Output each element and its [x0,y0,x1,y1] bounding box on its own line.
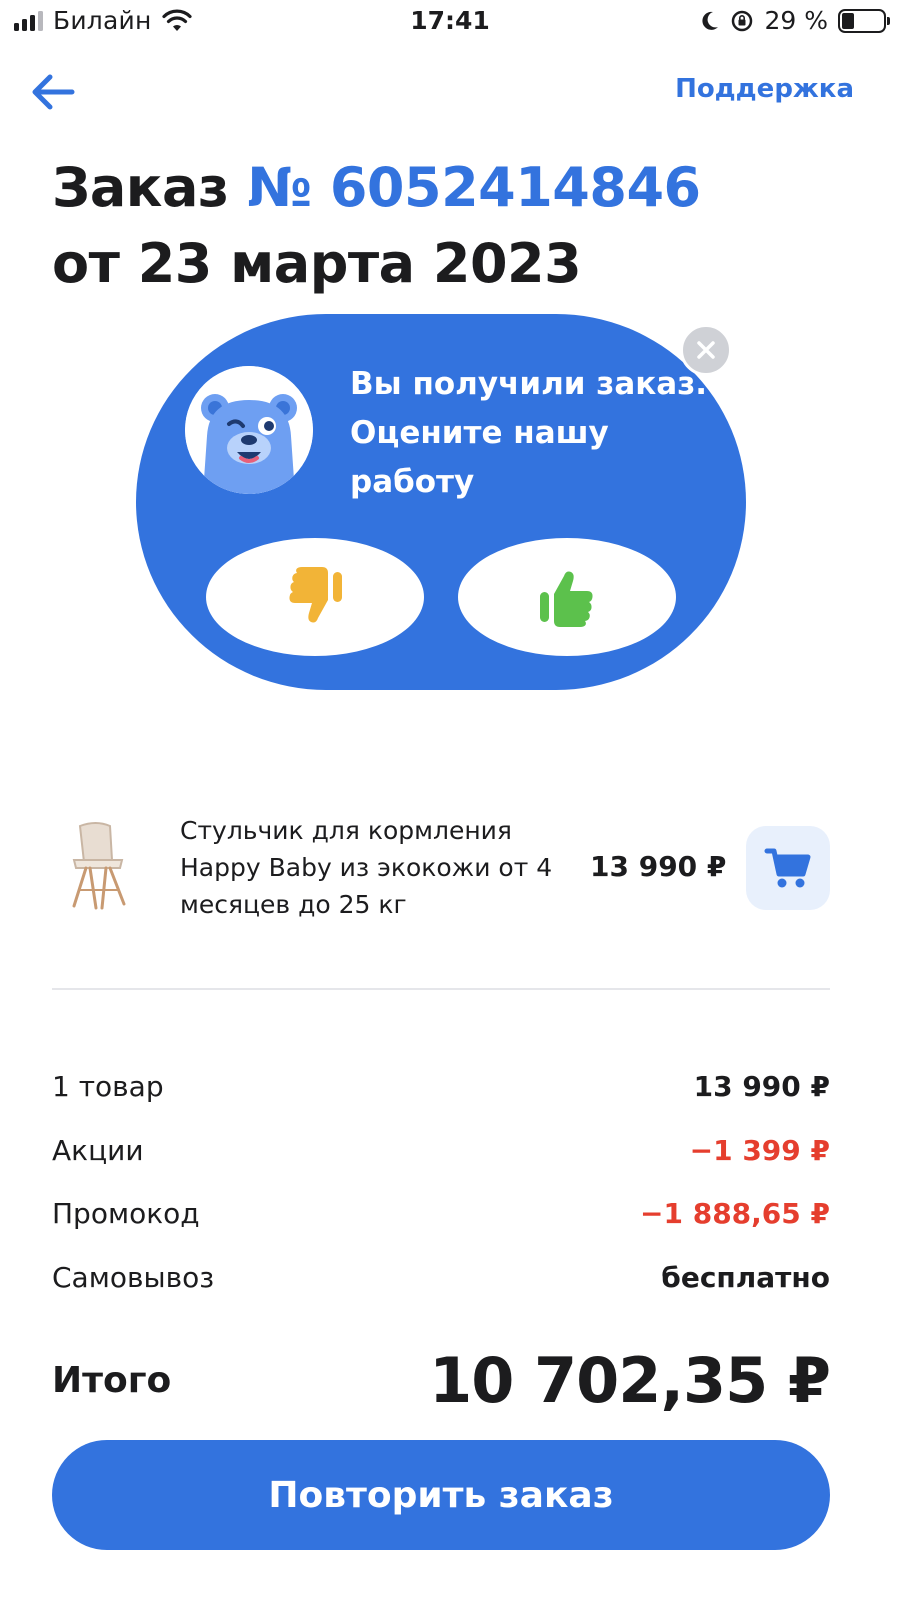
add-to-cart-button[interactable] [746,826,830,910]
battery-icon [838,8,890,33]
moon-icon [702,11,719,30]
summary-row-pickup: Самовывоз бесплатно [52,1257,830,1297]
order-title-prefix: Заказ [52,156,229,219]
order-title-line: Заказ № 6052414846 [52,150,701,226]
summary-label: Акции [52,1133,144,1167]
bear-mascot-icon [185,366,313,494]
close-icon [697,341,715,359]
cart-icon [764,848,811,888]
summary-row-promotions: Акции −1 399 ₽ [52,1130,830,1170]
order-number: № 6052414846 [247,156,701,219]
back-arrow-icon [32,74,75,110]
order-total: Итого 10 702,35 ₽ [52,1340,831,1420]
status-right: 29 % [700,6,890,35]
summary-value: −1 888,65 ₽ [640,1196,830,1230]
product-title[interactable]: Стульчик для кормления Happy Baby из эко… [180,812,560,923]
rotation-lock-icon [732,10,753,31]
rating-prompt: Вы получили заказ. Оцените нашу работу [350,366,707,500]
like-button[interactable] [458,538,676,656]
total-label: Итого [52,1359,172,1401]
summary-value: бесплатно [661,1260,830,1294]
support-link[interactable]: Поддержка [675,74,854,104]
product-image[interactable] [66,820,132,912]
summary-row-promocode: Промокод −1 888,65 ₽ [52,1193,830,1233]
summary-value: −1 399 ₽ [689,1133,830,1167]
summary-row-items: 1 товар 13 990 ₽ [52,1066,830,1106]
product-price: 13 990 ₽ [590,850,727,883]
summary-label: 1 товар [52,1069,164,1103]
summary-label: Самовывоз [52,1260,215,1294]
total-value: 10 702,35 ₽ [429,1343,831,1417]
battery-percent: 29 % [764,6,828,35]
divider [52,988,830,990]
thumbs-down-icon [289,567,342,623]
dislike-button[interactable] [206,538,424,656]
high-chair-image [72,822,126,910]
page-title: Заказ № 6052414846 от 23 марта 2023 [52,150,701,302]
summary-label: Промокод [52,1196,200,1230]
thumbs-up-icon [540,571,593,627]
summary-value: 13 990 ₽ [693,1069,830,1103]
order-date: от 23 марта 2023 [52,232,582,295]
status-bar: Билайн 17:41 29 % [0,0,900,46]
back-button[interactable] [28,70,78,114]
repeat-order-button[interactable]: Повторить заказ [52,1440,830,1550]
